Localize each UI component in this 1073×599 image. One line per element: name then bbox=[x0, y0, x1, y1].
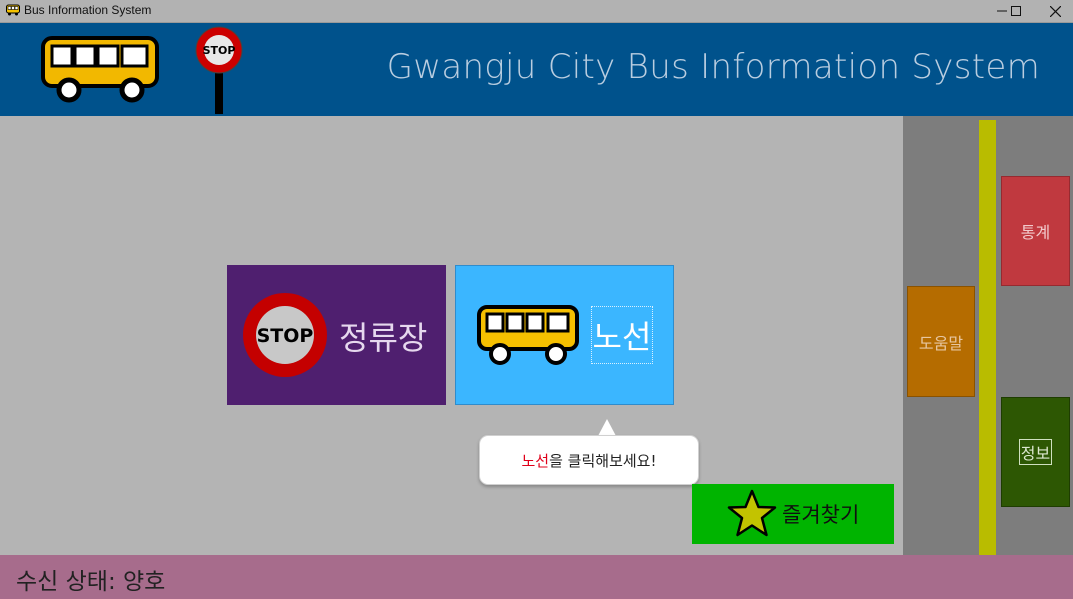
help-label: 도움말 bbox=[918, 333, 964, 353]
info-label: 정보 bbox=[1018, 439, 1053, 465]
hint-tooltip: 노선 을 클릭해보세요! bbox=[479, 435, 699, 485]
close-icon bbox=[1049, 5, 1061, 17]
tooltip-highlight: 노선 bbox=[521, 451, 550, 470]
help-button[interactable]: 도움말 bbox=[907, 286, 975, 397]
bus-route-label: 노선 bbox=[591, 306, 653, 364]
bus-route-button[interactable]: 노선 bbox=[455, 265, 674, 405]
tooltip-text: 을 클릭해보세요! bbox=[549, 451, 657, 470]
info-button[interactable]: 정보 bbox=[1001, 397, 1070, 507]
bus-stop-label: 정류장 bbox=[339, 319, 428, 357]
tooltip-arrow bbox=[598, 419, 616, 436]
bus-stop-button[interactable]: STOP 정류장 bbox=[227, 265, 446, 405]
bus-icon bbox=[477, 305, 579, 365]
star-icon bbox=[727, 489, 777, 537]
stop-sign-icon: STOP bbox=[195, 26, 243, 114]
favorites-button[interactable]: 즐겨찾기 bbox=[692, 484, 894, 544]
page-title: Gwangju City Bus Information System bbox=[386, 47, 1040, 87]
window-titlebar[interactable]: Bus Information System bbox=[0, 0, 1073, 23]
favorites-label: 즐겨찾기 bbox=[782, 503, 860, 527]
statistics-label: 통계 bbox=[1020, 223, 1051, 242]
reception-status: 수신 상태: 양호 bbox=[16, 569, 166, 595]
statistics-button[interactable]: 통계 bbox=[1001, 176, 1070, 286]
bus-icon bbox=[41, 36, 159, 103]
window-title: Bus Information System bbox=[24, 3, 152, 17]
bus-app-icon bbox=[6, 4, 20, 16]
app-header: STOP Gwangju City Bus Information System bbox=[0, 23, 1073, 116]
stop-sign-text: STOP bbox=[203, 44, 236, 57]
close-button[interactable] bbox=[1032, 0, 1073, 22]
status-bar: 수신 상태: 양호 bbox=[0, 555, 1073, 599]
stop-sign-icon: STOP bbox=[243, 293, 327, 377]
divider-bar bbox=[979, 120, 996, 555]
maximize-icon bbox=[1011, 6, 1021, 16]
stop-sign-text: STOP bbox=[257, 325, 314, 347]
